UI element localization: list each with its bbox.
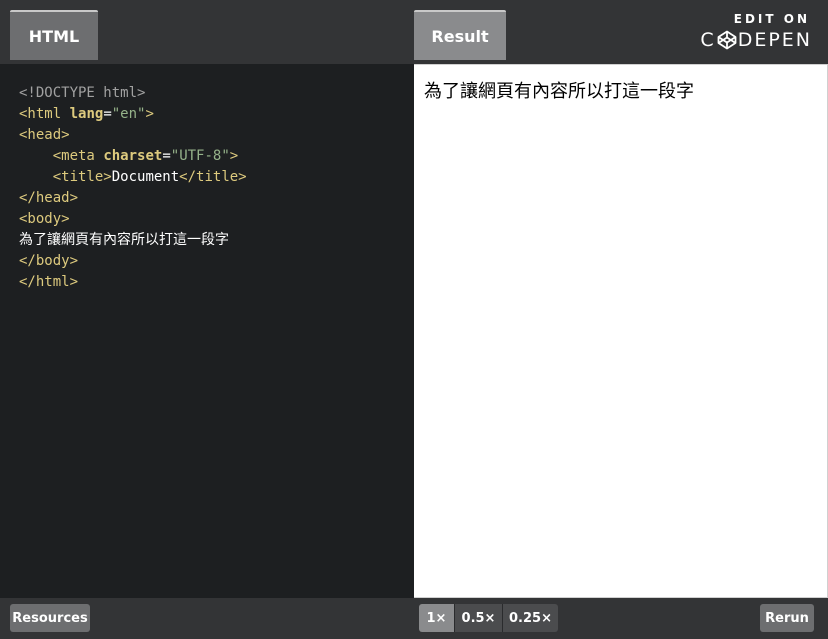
tab-html[interactable]: HTML <box>10 10 98 60</box>
tab-result[interactable]: Result <box>414 10 506 60</box>
result-preview-pane[interactable]: 為了讓網頁有內容所以打這一段字 <box>414 64 828 598</box>
code-html-close: </html> <box>19 274 79 290</box>
code-head-close: </head> <box>19 190 79 206</box>
result-body-text: 為了讓網頁有內容所以打這一段字 <box>424 81 694 102</box>
code-head-open: <head> <box>19 127 70 143</box>
code-doctype: <!DOCTYPE html> <box>19 85 146 101</box>
code-title-close: </title> <box>179 169 247 185</box>
html-editor-pane[interactable]: <!DOCTYPE html> <html lang="en"> <head> … <box>0 64 414 598</box>
codepen-logo: C DEPEN <box>700 28 812 52</box>
code-meta-open: <meta <box>52 148 95 164</box>
top-bar: HTML Result EDIT ON C DEPEN <box>0 0 828 64</box>
code-meta-eq: = <box>162 148 171 164</box>
edit-on-codepen-link[interactable]: EDIT ON C DEPEN <box>692 12 812 52</box>
zoom-1x-button[interactable]: 1× <box>419 604 455 632</box>
code-html-open: <html <box>19 106 62 122</box>
zoom-0.25x-button[interactable]: 0.25× <box>503 604 558 632</box>
codepen-brand-suffix: DEPEN <box>737 29 812 51</box>
code-html-lang-value: "en" <box>111 106 146 122</box>
rerun-button[interactable]: Rerun <box>760 604 814 632</box>
zoom-0.5x-button[interactable]: 0.5× <box>455 604 503 632</box>
code-body-text: 為了讓網頁有內容所以打這一段字 <box>19 232 229 248</box>
code-title-text: Document <box>111 169 180 185</box>
code-listing[interactable]: <!DOCTYPE html> <html lang="en"> <head> … <box>19 83 247 293</box>
bottom-bar: Resources 1× 0.5× 0.25× Rerun <box>0 598 828 639</box>
resources-button[interactable]: Resources <box>10 604 90 632</box>
code-meta-charset-value: "UTF-8" <box>170 148 230 164</box>
code-html-open-close: > <box>145 106 154 122</box>
edit-on-label: EDIT ON <box>733 12 810 26</box>
codepen-brand-prefix: C <box>700 29 716 51</box>
code-html-eq: = <box>103 106 112 122</box>
code-meta-charset-attr: charset <box>103 148 163 164</box>
code-body-open: <body> <box>19 211 70 227</box>
code-body-close: </body> <box>19 253 79 269</box>
code-title-open: <title> <box>52 169 112 185</box>
codepen-cube-icon <box>717 30 737 50</box>
code-meta-close: > <box>229 148 239 164</box>
code-html-lang-attr: lang <box>69 106 104 122</box>
zoom-selector: 1× 0.5× 0.25× <box>419 604 558 632</box>
